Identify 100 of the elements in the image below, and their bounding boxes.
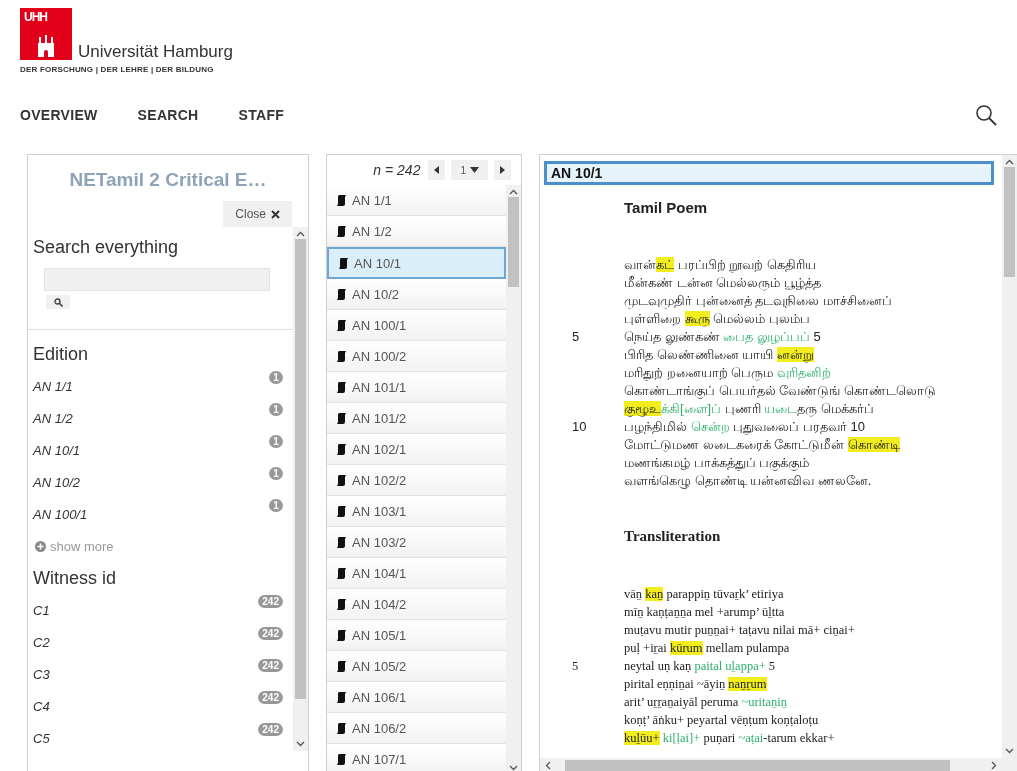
facet-item[interactable]: AN 1/1 1 (28, 367, 293, 399)
nav-link[interactable]: STAFF (238, 107, 285, 123)
verse-line: மணங்கமழ் பாக்கத்துப் பகுக்கும் (624, 454, 810, 472)
scroll-icon (337, 443, 346, 455)
count-badge: 1 (269, 499, 283, 512)
verse-line: மரிதுற் றனையாற் பெரும வுரிதனிற் (624, 364, 831, 382)
verse-line: வளங்கெழு தொண்டி யன்னவிவ ணலனே. (624, 472, 872, 490)
scroll-icon (337, 753, 346, 765)
scroll-icon (339, 257, 348, 269)
verse-line: kuḻūu+ ki[ḷai]+ puṇari ~aṭai-tarum ekkar+ (624, 730, 835, 747)
facet-item[interactable]: C4 242 (28, 687, 293, 719)
scrollbar-thumb[interactable] (1004, 167, 1015, 277)
scroll-icon (337, 691, 346, 703)
result-count: n = 242 (373, 162, 421, 178)
facet-item[interactable]: C1 242 (28, 591, 293, 623)
search-heading: Search everything (32, 236, 180, 258)
search-icon[interactable] (975, 104, 997, 126)
count-badge: 242 (258, 691, 283, 704)
scroll-icon (337, 598, 346, 610)
next-page-button[interactable] (494, 160, 511, 180)
scroll-icon (337, 536, 346, 548)
count-badge: 242 (258, 723, 283, 736)
verse-line: மீன்கண் டன்ன மெல்லரும் பூழ்த்த (624, 274, 821, 292)
line-number: 10 (572, 419, 587, 434)
facet-item[interactable]: AN 1/2 1 (28, 399, 293, 431)
university-name: Universität Hamburg (78, 42, 233, 62)
nav-link[interactable]: OVERVIEW (20, 107, 98, 123)
count-badge: 1 (269, 467, 283, 480)
scroll-up-icon[interactable] (1005, 159, 1014, 165)
count-badge: 1 (269, 371, 283, 384)
scroll-icon (337, 722, 346, 734)
scroll-icon (337, 194, 346, 206)
scrollbar-thumb[interactable] (508, 197, 519, 287)
vertical-scrollbar[interactable] (1002, 155, 1017, 758)
verse-line: arit’ uṟṟaṉaiyāl peruma ~uritaṉiṉ (624, 694, 788, 711)
verse-line: குழூஉக்கி[ளை]ப் புணரி யடைதரு மெக்கர்ப் (624, 400, 875, 418)
scroll-icon (337, 505, 346, 517)
search-icon (53, 297, 63, 307)
count-badge: 1 (269, 435, 283, 448)
horizontal-scrollbar[interactable] (540, 758, 1017, 771)
verse-line: கொண்டாங்குப் பெயர்தல் வேண்டுங் கொண்டலொடு (624, 382, 936, 400)
tagline: DER FORSCHUNG | DER LEHRE | DER BILDUNG (20, 65, 215, 74)
verse-line: pirital eṇṇiṉai ~āyiṉ naṉṟum (624, 676, 767, 693)
scroll-right-icon[interactable] (991, 761, 997, 770)
verse-line: புள்ளிறை கூரு மெல்லம் புலம்ப (624, 310, 810, 328)
scroll-up-icon[interactable] (509, 189, 518, 195)
close-button[interactable]: Close (223, 201, 292, 227)
facet-heading: Witness id (32, 567, 118, 590)
facet-item[interactable]: C2 242 (28, 623, 293, 655)
previous-page-button[interactable] (428, 160, 446, 180)
scroll-icon (337, 629, 346, 641)
vertical-scrollbar[interactable] (506, 185, 521, 771)
verse-line: பழந்திமில் சென்ற புதுவலைப் பரதவர் 10 (624, 418, 865, 436)
scroll-down-icon[interactable] (296, 741, 305, 747)
count-badge: 242 (258, 627, 283, 640)
close-icon (271, 209, 280, 219)
facet-item[interactable]: AN 100/1 1 (28, 495, 293, 527)
verse-line: முடவுமுதிர் புன்னைத் தடவுநிலை மாச்சினைப் (624, 292, 892, 310)
count-badge: 242 (258, 659, 283, 672)
scroll-down-icon[interactable] (509, 765, 518, 771)
scroll-icon (337, 381, 346, 393)
page-dropdown[interactable]: 1 (451, 160, 488, 180)
scroll-down-icon[interactable] (1005, 748, 1014, 754)
scroll-icon (337, 319, 346, 331)
left-arrow-icon (434, 166, 440, 174)
line-number: 5 (572, 659, 579, 673)
scrollbar-thumb[interactable] (295, 239, 306, 699)
scroll-up-icon[interactable] (296, 231, 305, 237)
facet-item[interactable]: AN 10/2 1 (28, 463, 293, 495)
nav-link[interactable]: SEARCH (137, 107, 199, 123)
line-number: 5 (572, 329, 580, 344)
verse-line: மோட்டுமண லடைகரைக் கோட்டுமீன் கொண்டி (624, 436, 900, 454)
logo: UHH (20, 8, 72, 60)
vertical-scrollbar[interactable] (293, 227, 308, 751)
verse-line: mīṉ kaṇṭaṉṉa mel +arump’ ūḻtta (624, 604, 785, 621)
search-field[interactable] (44, 268, 270, 291)
scroll-icon (337, 350, 346, 362)
facet-item[interactable]: C5 242 (28, 719, 293, 751)
facet-item[interactable]: C3 242 (28, 655, 293, 687)
section-heading: Transliteration (624, 528, 722, 545)
scroll-icon (337, 660, 346, 672)
caret-icon (470, 167, 479, 173)
scroll-icon (337, 567, 346, 579)
scroll-icon (337, 474, 346, 486)
document-title: AN 10/1 (544, 161, 994, 185)
verse-line: koṇṭ’ āṅku+ peyartal vēṇṭum koṇṭaloṭu (624, 712, 819, 729)
scroll-icon (337, 412, 346, 424)
scrollbar-thumb[interactable] (565, 760, 950, 771)
castle-icon (36, 35, 56, 57)
scroll-left-icon[interactable] (545, 761, 551, 770)
verse-line: neytal uṇ kaṇ paital uḻappa+ 5 (624, 658, 776, 675)
search-button[interactable] (46, 295, 70, 309)
scroll-icon (337, 225, 346, 237)
count-badge: 242 (258, 595, 283, 608)
plus-circle-icon (35, 541, 46, 552)
facet-item[interactable]: AN 10/1 1 (28, 431, 293, 463)
right-arrow-icon (500, 166, 505, 174)
list-item[interactable]: AN 10/1 (327, 247, 506, 279)
verse-line: puḷ +iṟai kūrum mellam pulampa (624, 640, 790, 657)
scroll-icon (337, 288, 346, 300)
